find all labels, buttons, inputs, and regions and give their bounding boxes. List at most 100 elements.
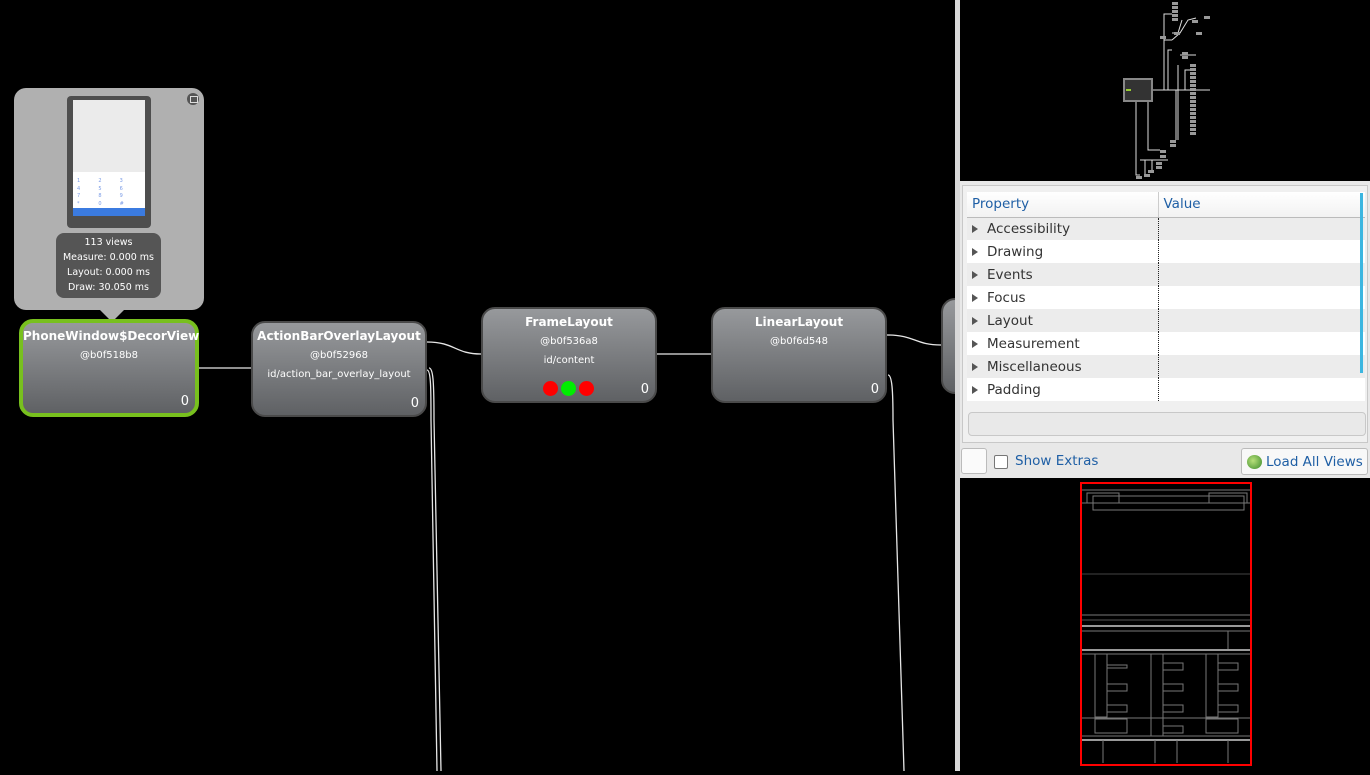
minimap-node: [1148, 170, 1154, 173]
property-name: Padding: [967, 378, 1159, 401]
property-row[interactable]: Focus: [967, 286, 1365, 309]
property-name: Accessibility: [967, 217, 1159, 240]
property-value: [1158, 378, 1365, 401]
maximize-icon[interactable]: [187, 93, 199, 105]
render-stats: 113 views Measure: 0.000 ms Layout: 0.00…: [56, 233, 161, 298]
tree-node-partial[interactable]: [941, 298, 955, 394]
dialpad-key: 4: [77, 185, 81, 192]
scrollbar[interactable]: [1360, 193, 1363, 373]
minimap-node: [1144, 174, 1150, 177]
node-address: @b0f518b8: [79, 350, 139, 361]
property-status-field: [968, 412, 1366, 436]
indicator-dot: [579, 381, 594, 396]
indicator-dot: [561, 381, 576, 396]
node-count: 0: [180, 394, 189, 409]
dialpad-key: 8: [98, 193, 102, 199]
expand-triangle-icon[interactable]: [972, 339, 978, 348]
property-name: Layout: [967, 309, 1159, 332]
properties-table: Property Value Accessibility Drawing Event…: [967, 192, 1365, 401]
minimap-node: [1190, 96, 1196, 99]
property-value: [1158, 355, 1365, 378]
expand-triangle-icon[interactable]: [972, 224, 978, 233]
expand-triangle-icon[interactable]: [972, 293, 978, 302]
expand-triangle-icon[interactable]: [972, 247, 978, 256]
property-row[interactable]: Accessibility: [967, 217, 1365, 240]
property-row[interactable]: Events: [967, 263, 1365, 286]
minimap-node: [1160, 155, 1166, 158]
property-name: Measurement: [967, 332, 1159, 355]
property-row[interactable]: Padding: [967, 378, 1365, 401]
property-name: Events: [967, 263, 1159, 286]
draw-time: Draw: 30.050 ms: [68, 282, 149, 293]
node-address: @b0f52968: [309, 350, 369, 361]
node-name: LinearLayout: [754, 315, 844, 329]
dialpad-key: 5: [98, 185, 102, 192]
property-label: Drawing: [987, 243, 1044, 260]
minimap-node: [1174, 32, 1180, 35]
wireframe: [1080, 482, 1252, 766]
minimap-node: [1156, 162, 1162, 165]
color-swatch-button[interactable]: [961, 448, 987, 474]
property-value: [1158, 240, 1365, 263]
show-extras-label[interactable]: Show Extras: [1015, 453, 1098, 469]
minimap-node: [1190, 104, 1196, 107]
column-header-property[interactable]: Property: [967, 192, 1159, 218]
minimap-node: [1172, 10, 1178, 13]
minimap-node: [1182, 52, 1188, 55]
tree-node[interactable]: LinearLayout @b0f6d548 0: [711, 307, 887, 403]
property-value: [1158, 309, 1365, 332]
tree-node[interactable]: PhoneWindow$DecorView @b0f518b8 0: [19, 319, 199, 417]
node-name: PhoneWindow$DecorView: [23, 329, 200, 343]
minimap-node: [1196, 32, 1202, 35]
property-row[interactable]: Measurement: [967, 332, 1365, 355]
dialpad-key: 2: [98, 178, 102, 184]
tree-node[interactable]: ActionBarOverlayLayout @b0f52968 id/acti…: [251, 321, 427, 417]
minimap-node: [1172, 14, 1178, 17]
minimap-node: [1190, 124, 1196, 127]
expand-triangle-icon[interactable]: [972, 316, 978, 325]
property-label: Accessibility: [987, 220, 1071, 237]
layout-time: Layout: 0.000 ms: [67, 267, 150, 278]
selected-view-outline: [1080, 482, 1252, 766]
property-value: [1158, 286, 1365, 309]
minimap-node: [1190, 88, 1196, 91]
load-all-views-button[interactable]: Load All Views: [1241, 448, 1368, 475]
screen-preview: 1 2 3 4 5 6 7 8 9 * 0 #: [67, 96, 151, 228]
property-label: Miscellaneous: [987, 358, 1082, 375]
node-count: 0: [870, 382, 879, 397]
minimap-node: [1204, 16, 1210, 19]
minimap-node: [1190, 108, 1196, 111]
property-name: Miscellaneous: [967, 355, 1159, 378]
minimap-node: [1172, 2, 1178, 5]
tree-canvas[interactable]: 1 2 3 4 5 6 7 8 9 * 0 # 113 views Measure: 0.000 ms…: [0, 0, 955, 771]
expand-triangle-icon[interactable]: [972, 385, 978, 394]
node-count: 0: [640, 382, 649, 397]
expand-triangle-icon[interactable]: [972, 270, 978, 279]
tree-node[interactable]: FrameLayout @b0f536a8 id/content 0: [481, 307, 657, 403]
property-row[interactable]: Layout: [967, 309, 1365, 332]
tree-overview-minimap[interactable]: [960, 0, 1370, 181]
node-address: @b0f6d548: [769, 336, 829, 347]
show-extras-checkbox[interactable]: [994, 455, 1008, 469]
node-name: ActionBarOverlayLayout: [257, 329, 421, 343]
node-id: id/action_bar_overlay_layout: [267, 369, 411, 380]
column-header-value[interactable]: Value: [1158, 192, 1365, 218]
property-row[interactable]: Miscellaneous: [967, 355, 1365, 378]
minimap-node: [1190, 100, 1196, 103]
minimap-node: [1190, 128, 1196, 131]
bottom-toolbar: Show Extras Load All Views: [960, 447, 1370, 478]
node-id: id/content: [543, 355, 595, 366]
minimap-node: [1172, 6, 1178, 9]
property-label: Measurement: [987, 335, 1080, 352]
measure-time: Measure: 0.000 ms: [62, 252, 154, 263]
load-all-views-label: Load All Views: [1266, 454, 1363, 470]
minimap-node: [1190, 120, 1196, 123]
dialpad-key: 3: [119, 178, 123, 184]
layout-wireframe-view[interactable]: [960, 478, 1370, 771]
property-row[interactable]: Drawing: [967, 240, 1365, 263]
view-count: 113 views: [84, 237, 133, 248]
minimap-node: [1190, 84, 1196, 87]
expand-triangle-icon[interactable]: [972, 362, 978, 371]
property-value: [1158, 263, 1365, 286]
dialpad-key: 0: [98, 200, 102, 207]
